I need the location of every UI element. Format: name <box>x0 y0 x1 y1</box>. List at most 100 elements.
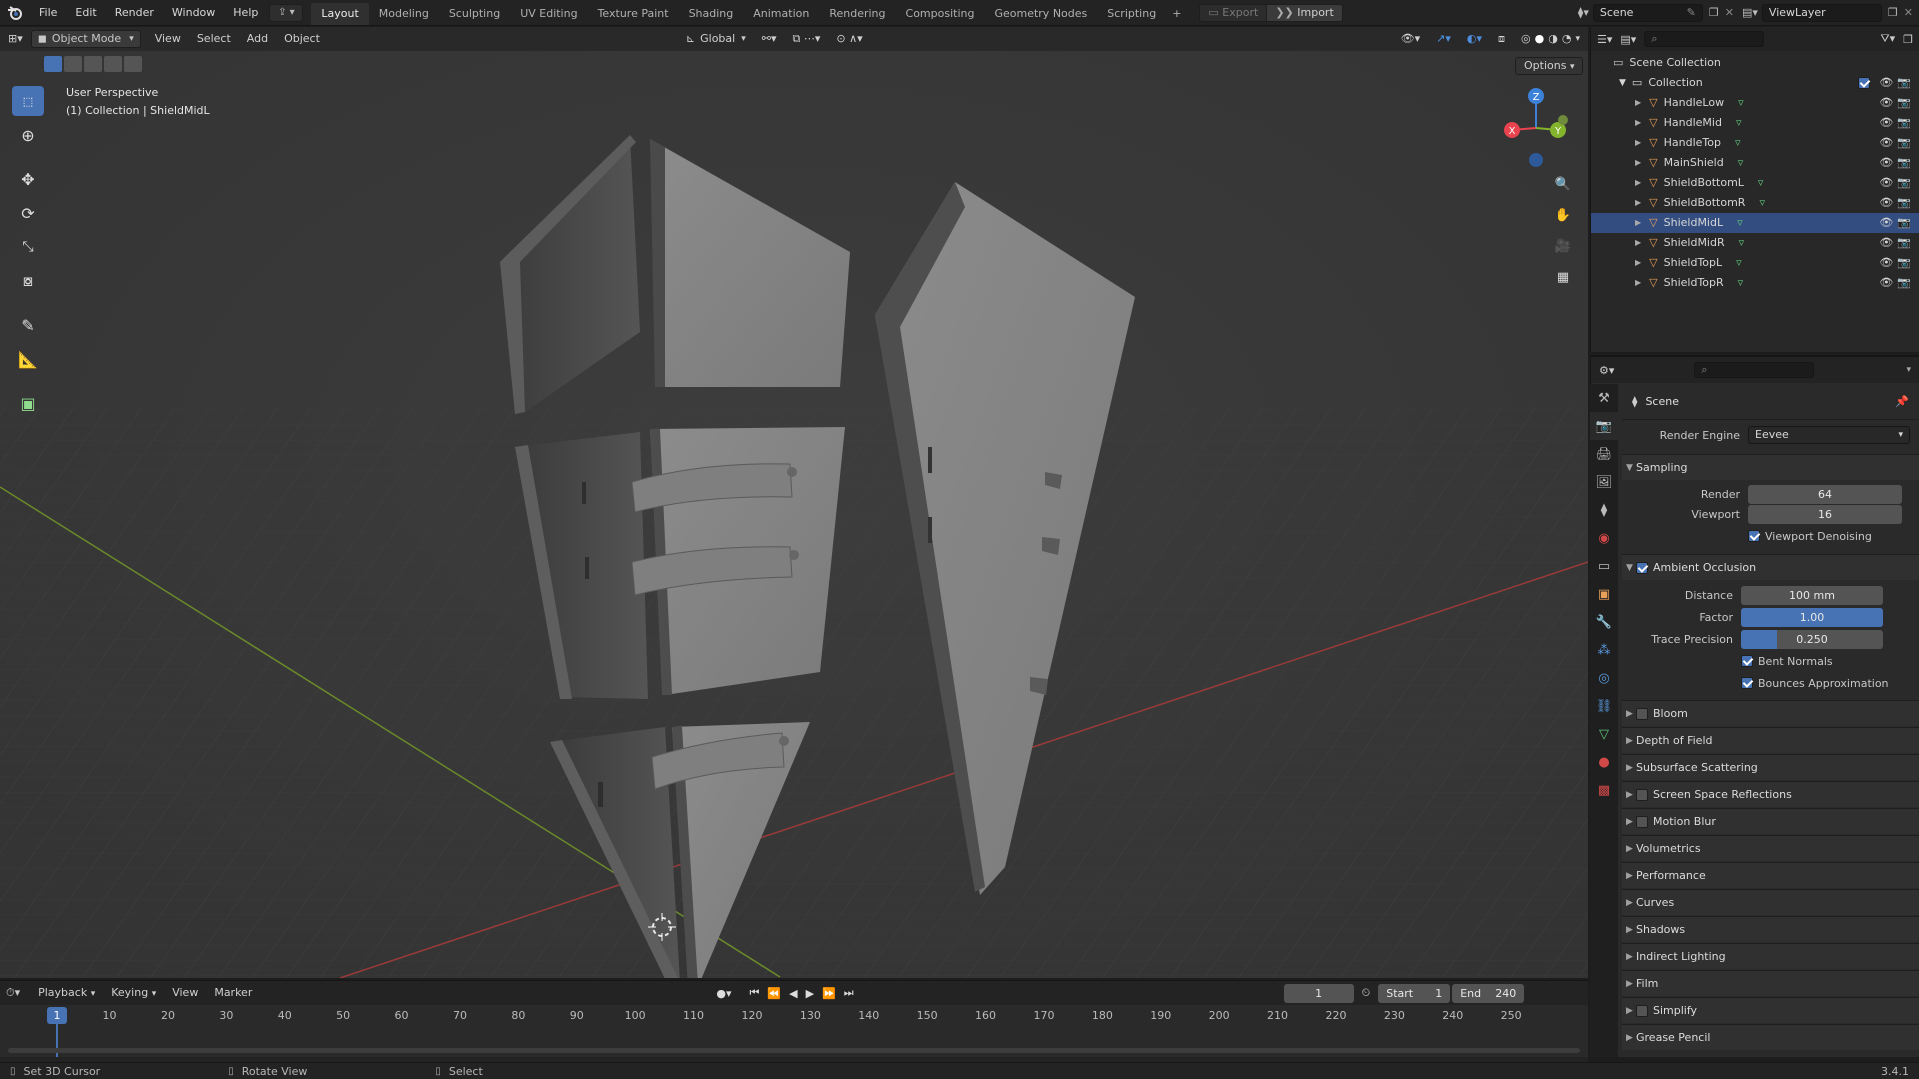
tab-geometry-nodes[interactable]: Geometry Nodes <box>984 3 1097 25</box>
expand-icon[interactable]: ▶ <box>1635 253 1641 273</box>
timeline-ruler[interactable]: 1102030405060708090100110120130140150160… <box>0 1005 1588 1057</box>
gizmo-toggle[interactable]: ↗▾ <box>1428 27 1459 51</box>
bent-normals-row[interactable]: Bent Normals <box>1622 650 1919 672</box>
eye-icon[interactable]: 👁 <box>1879 273 1893 293</box>
panel-header[interactable]: ▶ Simplify <box>1622 997 1919 1023</box>
proportional-edit-toggle[interactable]: ⊙ ∧▾ <box>828 27 870 51</box>
menu-help[interactable]: Help <box>224 0 267 26</box>
eye-icon[interactable]: 👁 <box>1879 253 1893 273</box>
eye-icon[interactable]: 👁 <box>1879 193 1893 213</box>
ambient-occlusion-panel-header[interactable]: ▼ Ambient Occlusion <box>1622 554 1919 580</box>
camera-icon[interactable]: 📷 <box>1897 253 1911 273</box>
eye-icon[interactable]: 👁 <box>1879 153 1893 173</box>
expand-icon[interactable]: ▶ <box>1635 193 1641 213</box>
snap-toggle[interactable]: ⧉ ⋯▾ <box>784 27 828 51</box>
camera-view-button[interactable]: 🎥 <box>1551 234 1575 258</box>
menu-file[interactable]: File <box>30 0 66 26</box>
blender-logo[interactable] <box>0 0 30 26</box>
3d-viewport[interactable] <box>0 27 1588 978</box>
viewport-denoising-checkbox[interactable] <box>1748 530 1760 542</box>
outliner-object-row[interactable]: ▶ ▽ ShieldMidL ▿ 👁 📷 <box>1591 213 1919 233</box>
timeline-scrollbar[interactable] <box>8 1048 1580 1053</box>
display-mode-icon[interactable]: ▤▾ <box>1620 33 1636 46</box>
bounces-approximation-checkbox[interactable] <box>1741 677 1753 689</box>
end-frame-field[interactable]: End 240 <box>1452 983 1525 1003</box>
outliner-search-input[interactable]: ⌕ <box>1644 31 1765 47</box>
tab-compositing[interactable]: Compositing <box>896 3 985 25</box>
scale-tool[interactable]: ⤡ <box>12 232 44 262</box>
tab-texture-paint[interactable]: Texture Paint <box>588 3 679 25</box>
select-box-tool[interactable]: ⬚ <box>12 86 44 116</box>
panel-checkbox[interactable] <box>1636 816 1648 828</box>
chevron-down-icon[interactable]: ▾ <box>1575 27 1580 51</box>
render-samples-field[interactable]: 64 <box>1748 484 1902 504</box>
menu-view[interactable]: View <box>147 27 189 51</box>
expand-icon[interactable]: ▶ <box>1635 153 1641 173</box>
camera-icon[interactable]: 📷 <box>1897 93 1911 113</box>
expand-icon[interactable]: ▶ <box>1635 173 1641 193</box>
scene-name-field[interactable]: Scene ✎ <box>1592 3 1703 22</box>
expand-icon[interactable]: ▶ <box>1635 213 1641 233</box>
tab-uv-editing[interactable]: UV Editing <box>510 3 587 25</box>
tab-modifiers[interactable]: 🔧 <box>1590 608 1618 636</box>
export-button[interactable]: ▭ Export <box>1199 3 1268 22</box>
tab-particles[interactable]: ⁂ <box>1590 636 1618 664</box>
view-layer-field[interactable]: ViewLayer <box>1761 3 1882 22</box>
expand-icon[interactable]: ▶ <box>1635 113 1641 133</box>
tab-world[interactable]: ◉ <box>1590 524 1618 552</box>
expand-icon[interactable]: ▶ <box>1635 93 1641 113</box>
tab-constraints[interactable]: ⛓ <box>1590 692 1618 720</box>
eye-icon[interactable]: 👁 <box>1879 73 1893 93</box>
outliner-object-row[interactable]: ▶ ▽ ShieldMidR ▿ 👁 📷 <box>1591 233 1919 253</box>
play-reverse-icon[interactable]: ◀ <box>789 987 797 1000</box>
menu-object[interactable]: Object <box>276 27 328 51</box>
cursor-tool[interactable]: ⊕ <box>12 120 44 150</box>
eye-icon[interactable]: 👁 <box>1879 213 1893 233</box>
properties-search-input[interactable]: ⌕ <box>1694 362 1815 378</box>
camera-icon[interactable]: 📷 <box>1897 73 1911 93</box>
ao-factor-slider[interactable]: 1.00 <box>1741 607 1883 627</box>
delete-scene-icon[interactable]: ✕ <box>1725 6 1734 19</box>
tab-layout[interactable]: Layout <box>311 2 369 25</box>
shading-modes[interactable]: ◎ ● ◑ ◔ ▾ <box>1513 27 1588 51</box>
tab-tool[interactable]: ⚒ <box>1590 384 1618 412</box>
outliner-object-row[interactable]: ▶ ▽ ShieldBottomR ▿ 👁 📷 <box>1591 193 1919 213</box>
camera-icon[interactable]: 📷 <box>1897 213 1911 233</box>
select-new-icon[interactable] <box>44 56 62 72</box>
panel-header[interactable]: ▶ Depth of Field <box>1622 727 1919 753</box>
panel-header[interactable]: ▶ Grease Pencil <box>1622 1024 1919 1050</box>
tab-physics[interactable]: ◎ <box>1590 664 1618 692</box>
ao-trace-precision-slider[interactable]: 0.250 <box>1741 629 1883 649</box>
menu-select[interactable]: Select <box>189 27 239 51</box>
outliner-object-row[interactable]: ▶ ▽ HandleTop ▿ 👁 📷 <box>1591 133 1919 153</box>
panel-checkbox[interactable] <box>1636 1005 1648 1017</box>
material-shading-icon[interactable]: ◑ <box>1548 27 1558 51</box>
camera-icon[interactable]: 📷 <box>1897 133 1911 153</box>
tab-texture[interactable]: ▩ <box>1590 776 1618 804</box>
pan-button[interactable]: ✋ <box>1551 203 1575 227</box>
transform-orientation-dropdown[interactable]: ⊾ Global ▾ <box>678 27 754 51</box>
panel-header[interactable]: ▶ Motion Blur <box>1622 808 1919 834</box>
tab-data[interactable]: ▽ <box>1590 720 1618 748</box>
jump-end-icon[interactable]: ⏭ <box>844 986 854 1000</box>
tab-render[interactable]: 📷 <box>1590 412 1618 440</box>
add-workspace-button[interactable]: + <box>1166 3 1187 25</box>
menu-marker[interactable]: Marker <box>206 981 260 1005</box>
select-invert-icon[interactable] <box>104 56 122 72</box>
pivot-point-dropdown[interactable]: ⚯▾ <box>754 27 785 51</box>
menu-playback[interactable]: Playback ▾ <box>30 981 103 1005</box>
camera-icon[interactable]: 📷 <box>1897 153 1911 173</box>
panel-checkbox[interactable] <box>1636 789 1648 801</box>
bent-normals-checkbox[interactable] <box>1741 655 1753 667</box>
menu-timeline-view[interactable]: View <box>164 981 206 1005</box>
mode-dropdown[interactable]: ◼ Object Mode ▾ <box>30 29 141 48</box>
collection-checkbox[interactable] <box>1858 77 1871 89</box>
filter-icon[interactable]: ⛛▾ <box>1880 32 1895 46</box>
ao-distance-field[interactable]: 100 mm <box>1741 585 1883 605</box>
xray-toggle[interactable]: ⧈ <box>1490 27 1513 51</box>
visibility-dropdown[interactable]: 👁▾ <box>1393 27 1429 51</box>
tab-collection[interactable]: ▭ <box>1590 552 1618 580</box>
tab-sculpting[interactable]: Sculpting <box>439 3 510 25</box>
panel-checkbox[interactable] <box>1636 708 1648 720</box>
menu-add[interactable]: Add <box>239 27 276 51</box>
